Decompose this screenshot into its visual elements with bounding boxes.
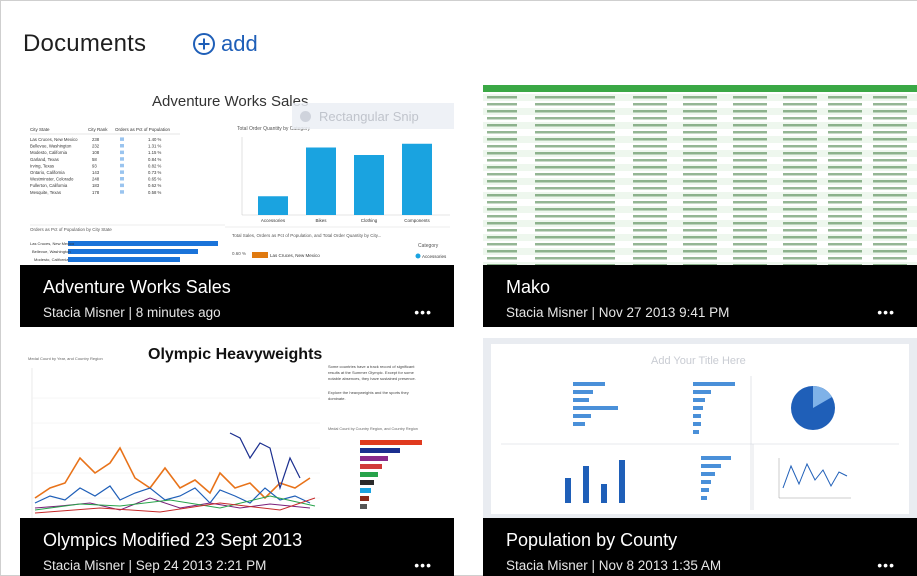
table-cell: 178 <box>92 190 100 195</box>
document-tile-olympics[interactable]: Medal Count by Year, and Country Region … <box>20 338 454 576</box>
more-options-button[interactable]: ••• <box>877 304 895 320</box>
document-title: Olympics Modified 23 Sept 2013 <box>43 530 303 550</box>
table-cell: Las Cruces, New Mexico <box>30 137 78 142</box>
thumbnail <box>483 85 917 265</box>
population-thumbnail-art: Add Your Title Here <box>483 338 917 518</box>
svg-text:dominate.: dominate. <box>328 396 346 401</box>
tile-caption: Olympics Modified 23 Sept 2013 Stacia Mi… <box>20 518 454 576</box>
add-document-button[interactable]: add <box>193 31 258 57</box>
svg-text:Las Cruces, New Mexico: Las Cruces, New Mexico <box>30 241 75 246</box>
thumbnail-heading: Olympic Heavyweights <box>148 346 323 363</box>
table-cell: Bellevue, Washington <box>30 144 72 149</box>
bar-label: Clothing <box>361 218 378 223</box>
add-label: add <box>221 31 258 56</box>
svg-text:Bellevue, Washington: Bellevue, Washington <box>32 249 71 254</box>
bar <box>306 147 336 215</box>
document-title: Mako <box>506 277 551 297</box>
spreadsheet-thumbnail-art <box>483 85 917 265</box>
bar-label: Components <box>404 218 430 223</box>
rectangular-snip-overlay: Rectangular Snip <box>292 103 454 129</box>
page-header: Documents add <box>1 1 917 85</box>
document-meta: Stacia Misner | Nov 27 2013 9:41 PM <box>506 305 730 320</box>
population-title: Orders as Pct of Population by City Stat… <box>30 227 112 232</box>
document-meta: Stacia Misner | Sep 24 2013 2:21 PM <box>43 558 267 573</box>
document-title: Population by County <box>506 530 678 550</box>
table-cell: Irving, Texas <box>30 163 54 168</box>
table-cell: Westminster, Colorado <box>30 177 74 182</box>
svg-text:Explore the heavyweights and t: Explore the heavyweights and the sports … <box>328 390 409 395</box>
tile-caption: Mako Stacia Misner | Nov 27 2013 9:41 PM… <box>483 265 917 327</box>
svg-text:Modesto, California: Modesto, California <box>34 257 69 262</box>
plus-circle-icon <box>193 33 215 55</box>
more-options-button[interactable]: ••• <box>414 304 432 320</box>
snip-label: Rectangular Snip <box>319 108 419 124</box>
thumbnail: City State City Rank Orders as Pct of Po… <box>20 85 454 265</box>
table-cell: 238 <box>92 137 100 142</box>
bottom-chart-title: Total Sales, Orders as Pct of Population… <box>232 233 381 238</box>
svg-text:Las Cruces, New Mexico: Las Cruces, New Mexico <box>270 253 320 258</box>
table-cell: 0.73 % <box>148 170 162 175</box>
thumbnail: Medal Count by Year, and Country Region … <box>20 338 454 518</box>
table-header-city: City State <box>30 127 50 132</box>
svg-text:Medal Count by Country Region,: Medal Count by Country Region, and Count… <box>328 427 418 431</box>
table-cell: 183 <box>92 183 100 188</box>
thumbnail: Add Your Title Here <box>483 338 917 518</box>
table-cell: Modesto, California <box>30 150 68 155</box>
page-title: Documents <box>23 30 147 57</box>
document-tile-population[interactable]: Add Your Title Here Population by County… <box>483 338 917 576</box>
bar <box>354 155 384 215</box>
more-options-button[interactable]: ••• <box>414 557 432 573</box>
svg-text:City Rank: City Rank <box>88 127 108 132</box>
table-cell: Garland, Texas <box>30 157 59 162</box>
document-meta: Stacia Misner | Nov 8 2013 1:35 AM <box>506 558 722 573</box>
documents-panel: Documents add City State City Rank Order… <box>0 0 917 576</box>
table-cell: Fullerton, California <box>30 183 68 188</box>
more-options-button[interactable]: ••• <box>877 557 895 573</box>
table-cell: 93 <box>92 163 97 168</box>
olympics-thumbnail-art: Medal Count by Year, and Country Region … <box>20 338 454 518</box>
table-cell: 1.40 % <box>148 137 162 142</box>
table-cell: 143 <box>92 170 100 175</box>
document-title: Adventure Works Sales <box>43 277 231 297</box>
bar-label: Accessories <box>261 218 286 223</box>
bar-label: Bikes <box>315 218 327 223</box>
svg-text:notable absences, they have su: notable absences, they have sustained pr… <box>328 376 416 381</box>
table-cell: 0.65 % <box>148 177 162 182</box>
svg-text:Orders as Pct of Population: Orders as Pct of Population <box>115 127 171 132</box>
document-tile-adventure-works[interactable]: City State City Rank Orders as Pct of Po… <box>20 85 454 327</box>
svg-text:0.60 %: 0.60 % <box>232 251 246 256</box>
thumbnail-heading: Adventure Works Sales <box>152 93 309 110</box>
table-cell: 0.58 % <box>148 190 162 195</box>
document-meta: Stacia Misner | 8 minutes ago <box>43 305 221 320</box>
snip-icon <box>300 110 311 122</box>
table-cell: 0.62 % <box>148 183 162 188</box>
table-cell: 108 <box>92 150 100 155</box>
svg-text:Medal Count by Year, and Count: Medal Count by Year, and Country Region <box>28 356 103 361</box>
svg-text:Some countries have a track re: Some countries have a track record of si… <box>328 364 415 369</box>
table-cell: 248 <box>92 177 100 182</box>
table-cell: 1.31 % <box>148 144 162 149</box>
bar <box>402 143 432 215</box>
legend-title: Category <box>418 243 439 249</box>
svg-text:results at the Summer Olympic.: results at the Summer Olympic. Except fo… <box>328 370 415 375</box>
tile-caption: Population by County Stacia Misner | Nov… <box>483 518 917 576</box>
svg-text:Accessories: Accessories <box>422 254 447 259</box>
table-cell: 232 <box>92 144 100 149</box>
table-cell: Mesquite, Texas <box>30 190 61 195</box>
bar <box>258 196 288 215</box>
tile-caption: Adventure Works Sales Stacia Misner | 8 … <box>20 265 454 327</box>
document-tile-mako[interactable]: Mako Stacia Misner | Nov 27 2013 9:41 PM… <box>483 85 917 327</box>
table-cell: 0.82 % <box>148 163 162 168</box>
table-cell: 58 <box>92 157 97 162</box>
table-cell: 1.15 % <box>148 150 162 155</box>
add-your-title-placeholder: Add Your Title Here <box>651 355 746 367</box>
table-cell: Ontario, California <box>30 170 65 175</box>
table-cell: 0.84 % <box>148 157 162 162</box>
